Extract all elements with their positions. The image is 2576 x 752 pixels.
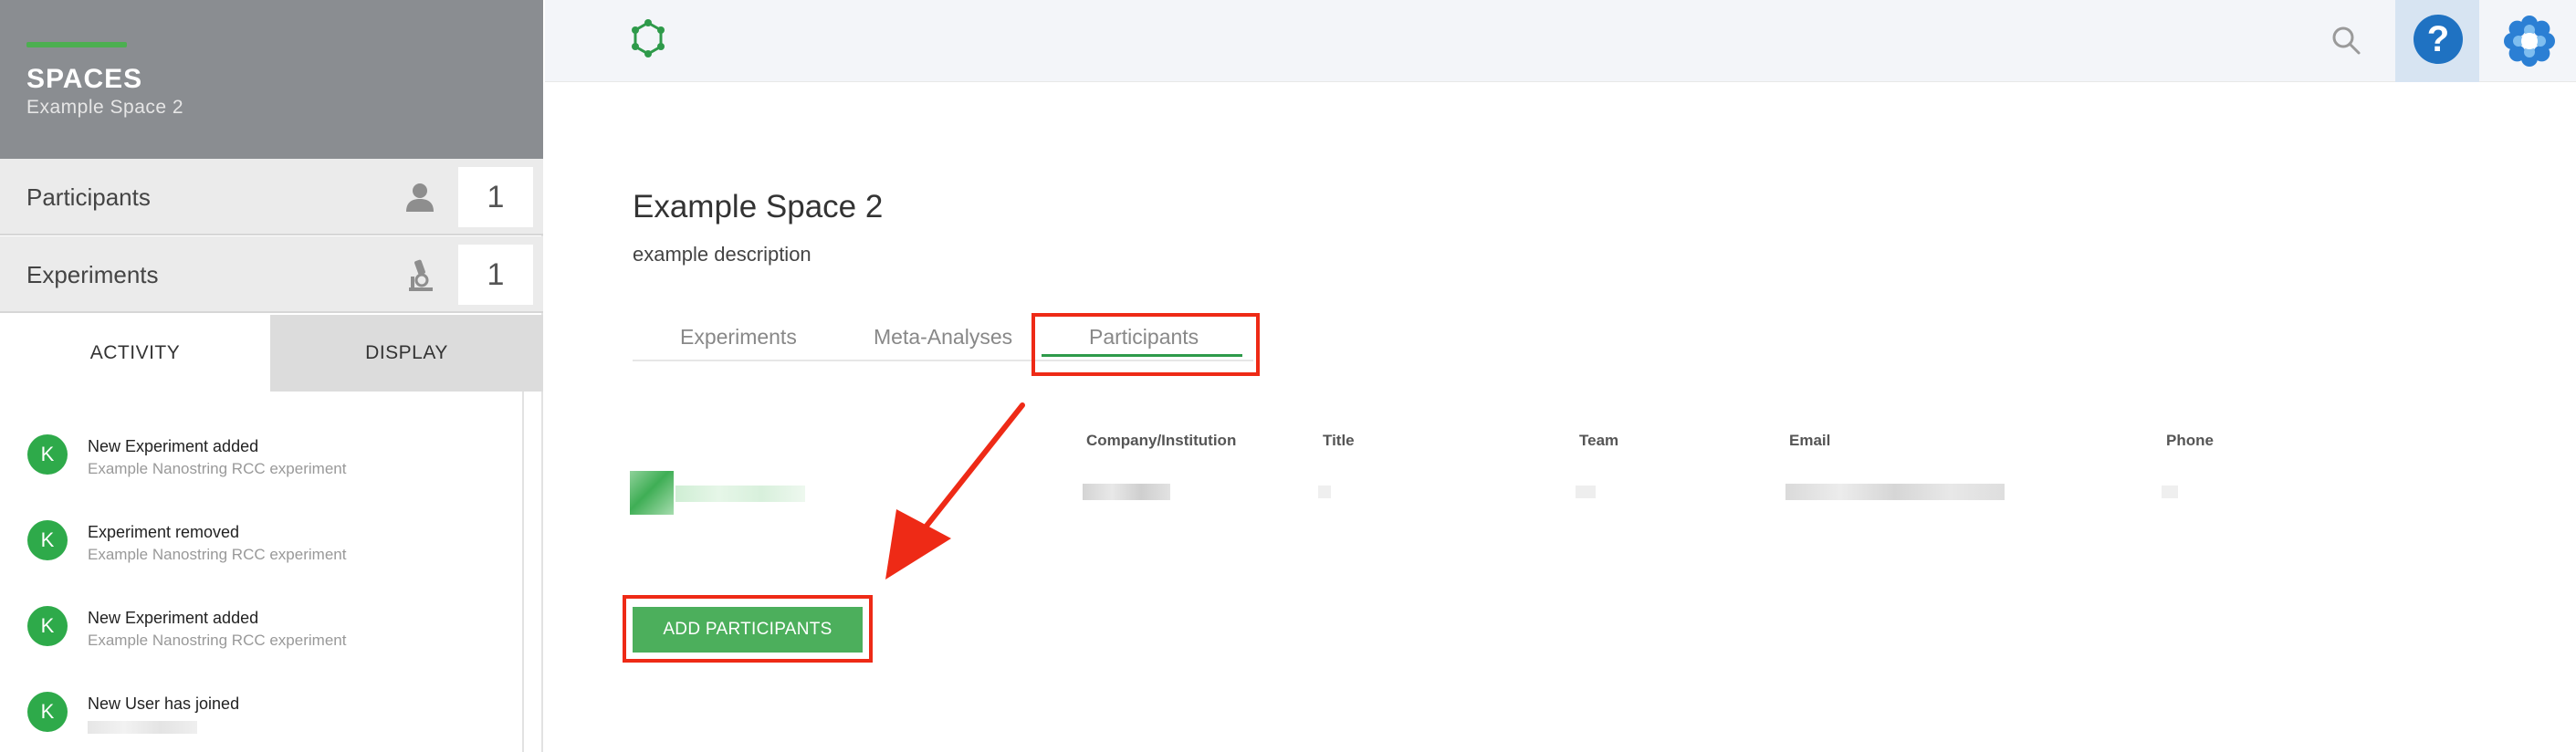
help-icon: ? xyxy=(2414,15,2463,64)
microscope-icon xyxy=(409,259,433,291)
feed-item-subtitle: Example Nanostring RCC experiment xyxy=(88,546,347,563)
top-bar: ? xyxy=(545,0,2576,82)
column-header-title: Title xyxy=(1323,432,1355,449)
list-item: K New Experiment added Example Nanostrin… xyxy=(27,606,502,670)
sidebar-item-experiments[interactable]: Experiments 1 xyxy=(0,236,543,313)
list-item: K New User has joined xyxy=(27,692,502,752)
tab-activity[interactable]: ACTIVITY xyxy=(0,315,270,392)
highlight-box-participants-tab xyxy=(1031,313,1260,376)
redacted-title xyxy=(1318,486,1331,498)
list-item: K Experiment removed Example Nanostring … xyxy=(27,520,502,584)
annotation-arrow-icon xyxy=(885,402,1025,580)
search-icon[interactable] xyxy=(2330,25,2361,56)
tab-meta-analyses[interactable]: Meta-Analyses xyxy=(874,325,1012,350)
redacted-avatar xyxy=(630,471,674,515)
column-header-phone: Phone xyxy=(2166,432,2214,449)
avatar: K xyxy=(27,606,68,646)
column-header-team: Team xyxy=(1579,432,1619,449)
column-header-email: Email xyxy=(1789,432,1831,449)
feed-item-title: New Experiment added xyxy=(88,437,259,455)
redacted-name xyxy=(675,486,805,502)
sidebar-item-label: Participants xyxy=(26,183,151,211)
sidebar-subtitle: Example Space 2 xyxy=(26,97,184,118)
redacted-company xyxy=(1083,484,1170,500)
redacted-email xyxy=(1785,484,2005,500)
header-accent-bar xyxy=(26,42,127,47)
list-item: K New Experiment added Example Nanostrin… xyxy=(27,434,502,498)
sidebar: SPACES Example Space 2 Participants 1 Ex… xyxy=(0,0,543,752)
participants-count: 1 xyxy=(458,167,533,227)
sidebar-item-label: Experiments xyxy=(26,261,159,288)
highlight-box-add-button xyxy=(623,595,873,663)
sidebar-tabs: ACTIVITY DISPLAY xyxy=(0,315,543,392)
redacted-team xyxy=(1576,486,1596,498)
sidebar-header: SPACES Example Space 2 xyxy=(0,0,543,159)
redacted-phone xyxy=(2162,486,2178,498)
feed-item-subtitle: Example Nanostring RCC experiment xyxy=(88,460,347,477)
network-logo-icon[interactable] xyxy=(627,17,669,59)
avatar: K xyxy=(27,692,68,732)
help-button[interactable]: ? xyxy=(2395,0,2479,82)
feed-item-title: New Experiment added xyxy=(88,609,259,627)
tab-experiments[interactable]: Experiments xyxy=(680,325,797,350)
sidebar-title: SPACES xyxy=(26,64,143,94)
page-description: example description xyxy=(633,243,812,266)
feed-item-title: New User has joined xyxy=(88,695,240,713)
feed-item-title: Experiment removed xyxy=(88,523,240,541)
avatar: K xyxy=(27,520,68,560)
feed-item-subtitle: Example Nanostring RCC experiment xyxy=(88,632,347,649)
redacted-user-name xyxy=(88,721,197,734)
activity-feed: K New Experiment added Example Nanostrin… xyxy=(0,392,524,752)
column-header-company: Company/Institution xyxy=(1086,432,1237,449)
person-icon xyxy=(406,183,434,212)
page-title: Example Space 2 xyxy=(633,189,884,225)
experiments-count: 1 xyxy=(458,245,533,305)
profile-flower-icon[interactable] xyxy=(2503,15,2556,68)
avatar: K xyxy=(27,434,68,475)
tab-display[interactable]: DISPLAY xyxy=(270,315,543,392)
sidebar-item-participants[interactable]: Participants 1 xyxy=(0,159,543,235)
